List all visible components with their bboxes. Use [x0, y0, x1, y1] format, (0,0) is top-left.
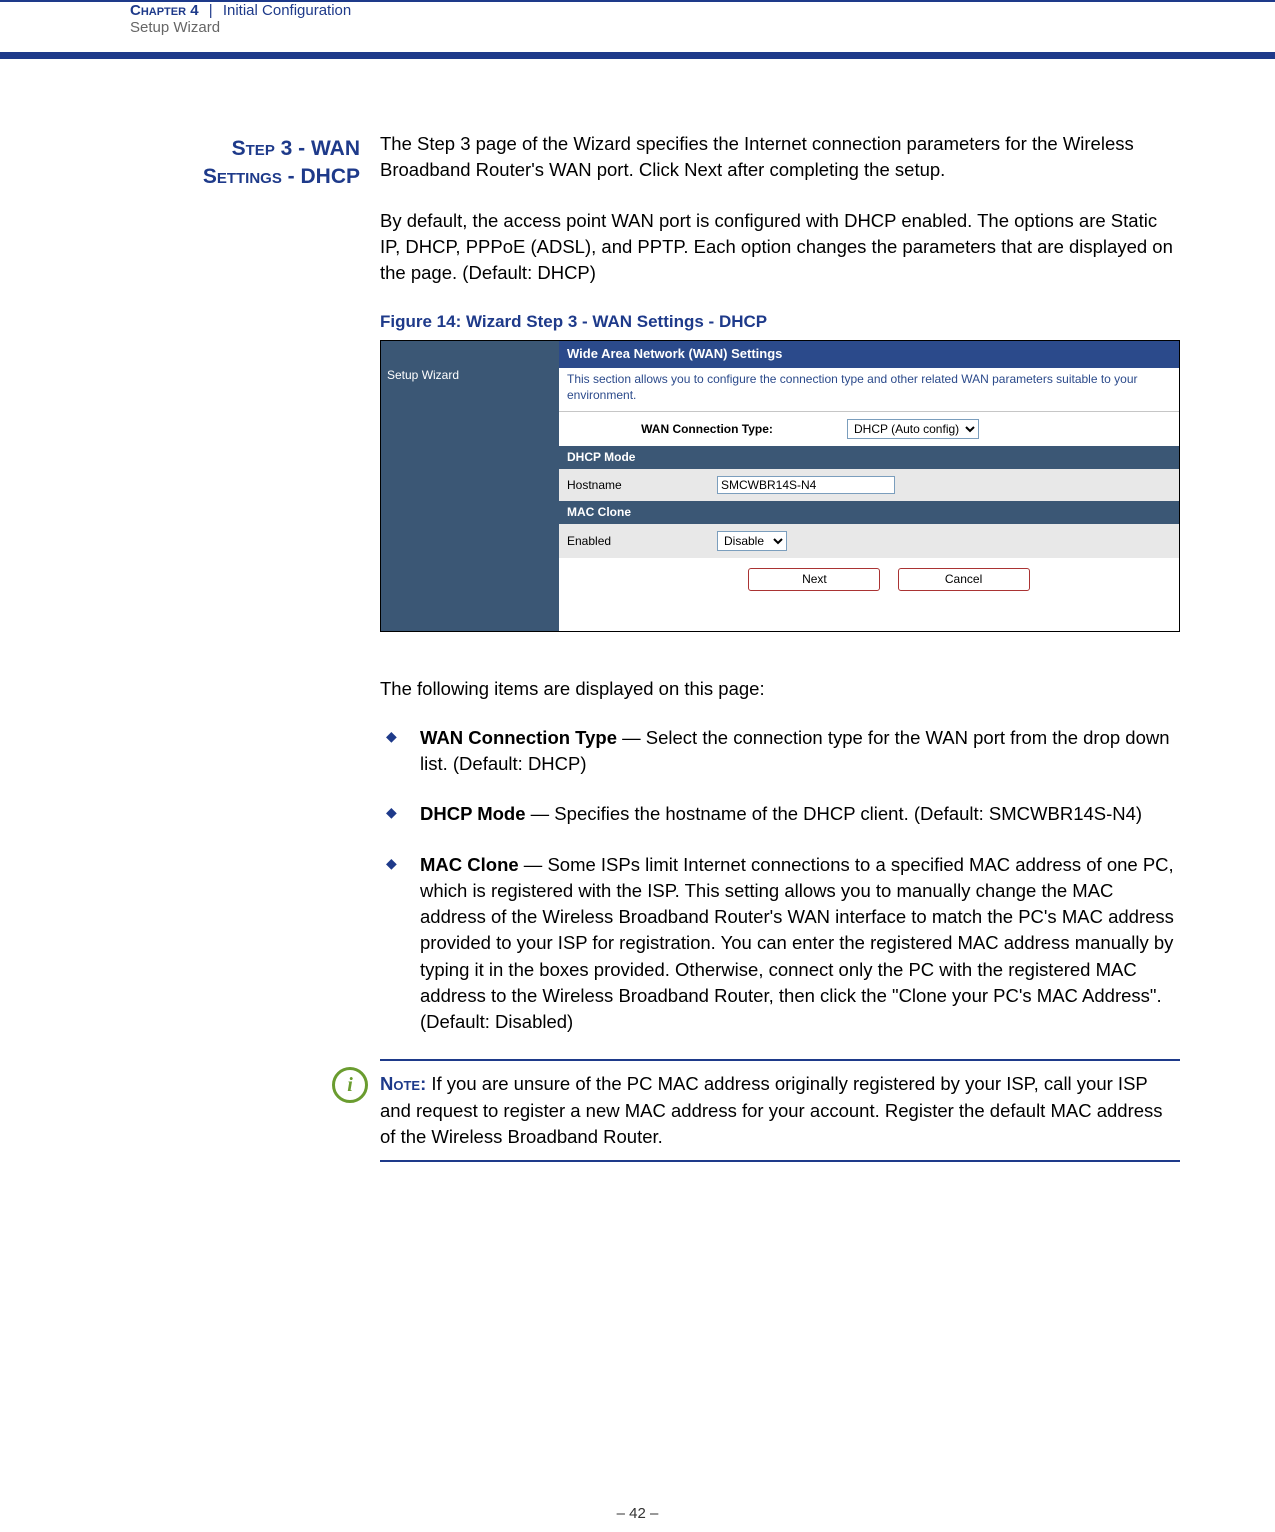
note-text: If you are unsure of the PC MAC address …	[380, 1073, 1163, 1147]
figure-screenshot: Setup Wizard Wide Area Network (WAN) Set…	[380, 340, 1180, 632]
section-heading-line1: Step 3 - WAN	[232, 137, 360, 160]
chapter-label: Chapter 4	[130, 2, 199, 19]
enabled-label: Enabled	[567, 533, 717, 550]
bullet-2-text: — Specifies the hostname of the DHCP cli…	[526, 803, 1143, 824]
mac-clone-header: MAC Clone	[559, 501, 1179, 524]
hostname-input[interactable]	[717, 476, 895, 494]
bullet-3-label: MAC Clone	[420, 854, 519, 875]
figure-title-bar: Wide Area Network (WAN) Settings	[559, 341, 1179, 367]
bullet-3-text: — Some ISPs limit Internet connections t…	[420, 854, 1174, 1033]
figure-description: This section allows you to configure the…	[559, 368, 1179, 412]
dhcp-mode-header: DHCP Mode	[559, 446, 1179, 469]
wan-conn-type-label: WAN Connection Type:	[567, 421, 847, 438]
section-heading: Step 3 - WAN Settings - DHCP	[0, 135, 360, 192]
header-separator: |	[203, 2, 219, 19]
note-label: Note:	[380, 1073, 426, 1094]
page-number: – 42 –	[0, 1505, 1275, 1522]
bullet-wan-connection-type: WAN Connection Type — Select the connect…	[380, 725, 1180, 778]
wan-conn-type-select[interactable]: DHCP (Auto config)	[847, 419, 979, 439]
bullet-1-label: WAN Connection Type	[420, 727, 617, 748]
bullet-2-label: DHCP Mode	[420, 803, 526, 824]
paragraph-2: By default, the access point WAN port is…	[380, 208, 1180, 287]
figure-sidebar-label: Setup Wizard	[387, 367, 459, 384]
hostname-label: Hostname	[567, 477, 717, 494]
cancel-button[interactable]: Cancel	[898, 568, 1030, 591]
info-icon: i	[332, 1067, 368, 1103]
bullet-mac-clone: MAC Clone — Some ISPs limit Internet con…	[380, 852, 1180, 1036]
chapter-title: Initial Configuration	[223, 2, 351, 19]
next-button[interactable]: Next	[748, 568, 880, 591]
mac-clone-select[interactable]: Disable	[717, 531, 787, 551]
chapter-subtitle: Setup Wizard	[130, 19, 1275, 36]
figure-caption: Figure 14: Wizard Step 3 - WAN Settings …	[380, 310, 1180, 334]
bullet-dhcp-mode: DHCP Mode — Specifies the hostname of th…	[380, 801, 1180, 827]
note-block: i Note: If you are unsure of the PC MAC …	[380, 1059, 1180, 1162]
figure-sidebar: Setup Wizard	[381, 341, 559, 631]
items-intro: The following items are displayed on thi…	[380, 676, 1180, 702]
section-heading-line2: Settings - DHCP	[0, 163, 360, 191]
paragraph-1: The Step 3 page of the Wizard specifies …	[380, 131, 1180, 184]
page-header: Chapter 4 | Initial Configuration Setup …	[0, 0, 1275, 59]
